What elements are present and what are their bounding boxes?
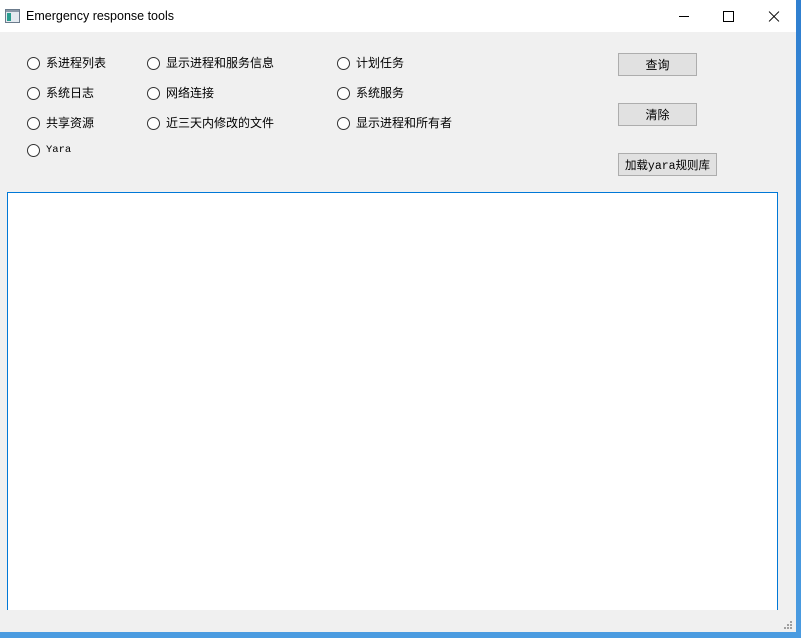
radio-option-network-connections[interactable]: 网络连接 [147,85,214,101]
radio-button[interactable] [27,116,40,130]
window-title: Emergency response tools [26,9,174,23]
radio-label: 显示进程和服务信息 [166,56,275,70]
radio-button[interactable] [27,56,40,70]
radio-option-recently-modified-files[interactable]: 近三天内修改的文件 [147,115,274,131]
radio-label: 系统日志 [46,86,95,100]
radio-label: 系统服务 [356,86,405,100]
radio-label: 网络连接 [166,86,215,100]
clear-button[interactable]: 清除 [618,103,697,126]
radio-option-shared-resources[interactable]: 共享资源 [27,115,94,131]
radio-option-scheduled-tasks[interactable]: 计划任务 [337,55,404,71]
radio-option-system-services[interactable]: 系统服务 [337,85,404,101]
radio-button[interactable] [147,86,160,100]
app-window: Emergency response tools 系进程列表 显示进程和服务信息… [0,0,796,632]
maximize-button[interactable] [705,0,751,32]
load-yara-rules-button[interactable]: 加载yara规则库 [618,153,717,176]
radio-option-process-service-info[interactable]: 显示进程和服务信息 [147,55,274,71]
query-button[interactable]: 查询 [618,53,697,76]
radio-option-system-log[interactable]: 系统日志 [27,85,94,101]
radio-label: 计划任务 [356,56,405,70]
radio-label: Yara [46,144,72,156]
status-bar [0,610,796,632]
title-bar[interactable]: Emergency response tools [0,0,796,32]
radio-label: 系进程列表 [46,56,107,70]
radio-button[interactable] [27,86,40,100]
radio-option-process-owner[interactable]: 显示进程和所有者 [337,115,452,131]
minimize-icon [679,15,689,17]
radio-label: 共享资源 [46,116,95,130]
radio-button[interactable] [337,56,350,70]
radio-button[interactable] [337,116,350,130]
maximize-icon [722,10,734,22]
radio-label: 显示进程和所有者 [356,116,453,130]
radio-button[interactable] [147,56,160,70]
output-text-area[interactable] [7,192,778,622]
radio-label: 近三天内修改的文件 [166,116,275,130]
app-window-icon [5,9,20,23]
radio-option-yara[interactable]: Yara [27,142,71,158]
radio-button[interactable] [337,86,350,100]
radio-button[interactable] [27,143,40,157]
resize-grip-icon[interactable] [783,620,792,629]
close-icon [768,11,779,22]
close-button[interactable] [750,0,796,32]
radio-option-process-list[interactable]: 系进程列表 [27,55,106,71]
radio-button[interactable] [147,116,160,130]
minimize-button[interactable] [661,0,707,32]
